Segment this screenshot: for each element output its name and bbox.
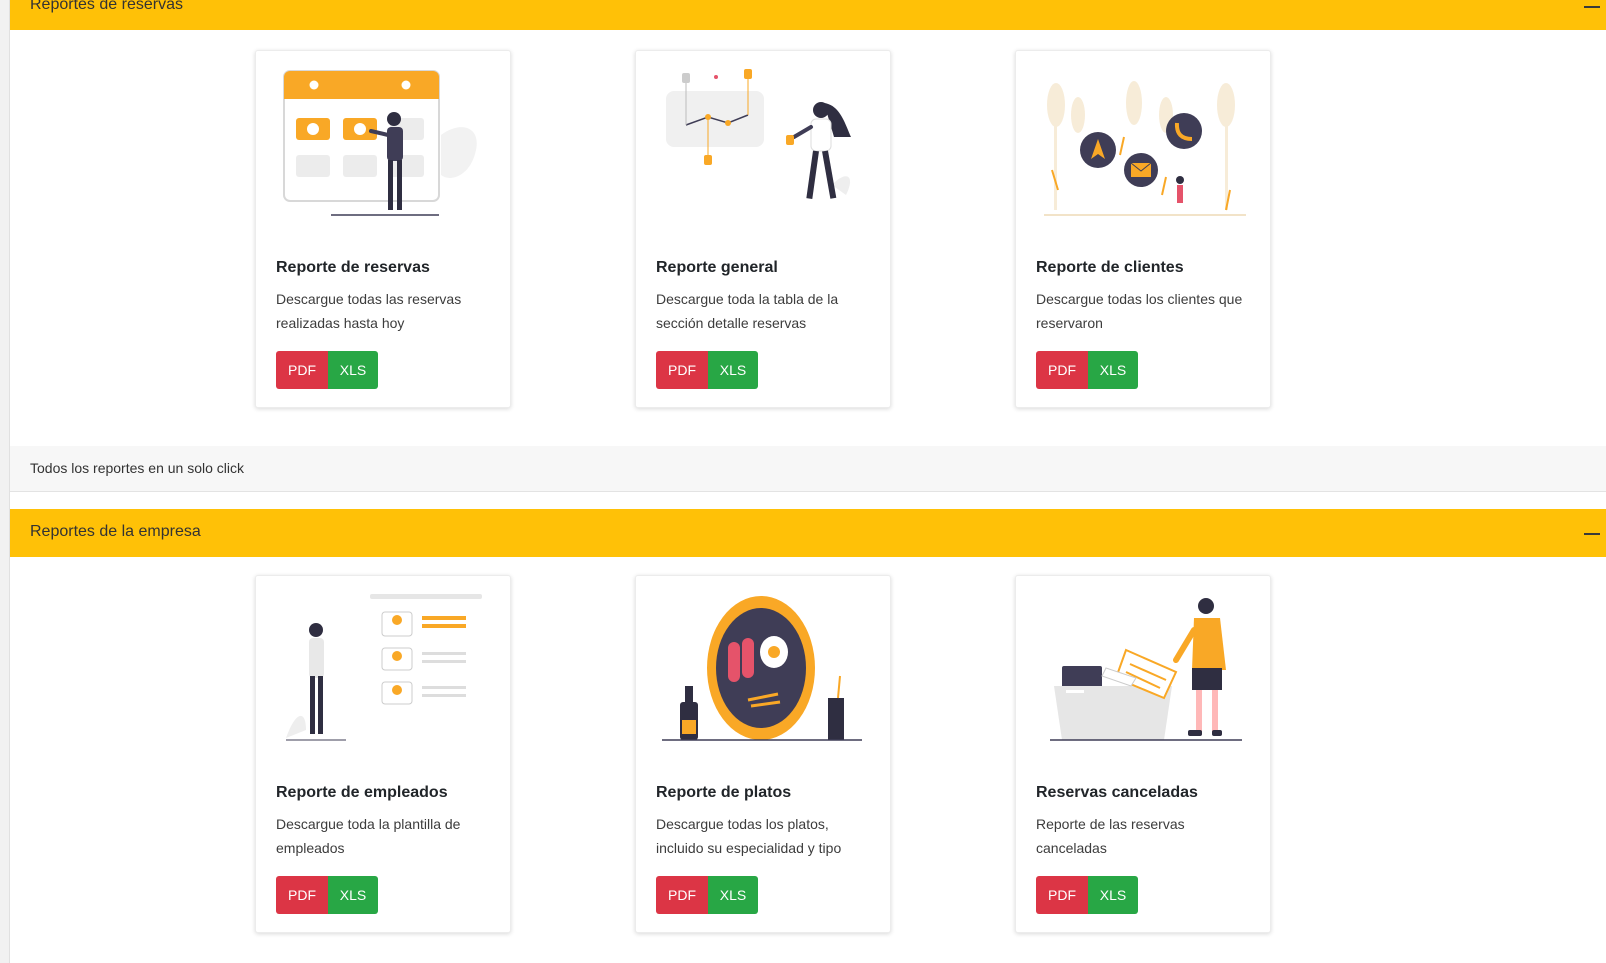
export-button-group: PDF XLS bbox=[1036, 351, 1138, 389]
folder-illustration bbox=[1036, 590, 1252, 750]
xls-export-button[interactable]: XLS bbox=[708, 351, 758, 389]
xls-export-button[interactable]: XLS bbox=[328, 876, 378, 914]
export-button-group: PDF XLS bbox=[656, 351, 758, 389]
pdf-export-button[interactable]: PDF bbox=[1036, 876, 1088, 914]
collapse-minus-icon[interactable] bbox=[1584, 533, 1600, 535]
main-content: Reportes de reservas Reporte de reservas… bbox=[10, 0, 1606, 963]
card-title: Reservas canceladas bbox=[1036, 784, 1198, 801]
xls-export-button[interactable]: XLS bbox=[1088, 351, 1138, 389]
report-card-reservas: Reporte de reservas Descargue todas las … bbox=[255, 50, 511, 408]
pdf-export-button[interactable]: PDF bbox=[656, 351, 708, 389]
section-title: Reportes de reservas bbox=[30, 0, 183, 13]
card-description: Descargue todas las reservas realizadas … bbox=[276, 291, 462, 331]
pdf-export-button[interactable]: PDF bbox=[1036, 351, 1088, 389]
card-title: Reporte general bbox=[656, 259, 778, 276]
report-card-canceladas: Reservas canceladas Reporte de las reser… bbox=[1015, 575, 1271, 933]
calendar-illustration bbox=[276, 65, 492, 225]
card-title: Reporte de empleados bbox=[276, 784, 448, 801]
xls-export-button[interactable]: XLS bbox=[328, 351, 378, 389]
contacts-illustration bbox=[1036, 65, 1252, 225]
xls-export-button[interactable]: XLS bbox=[708, 876, 758, 914]
collapse-minus-icon[interactable] bbox=[1584, 6, 1600, 8]
pdf-export-button[interactable]: PDF bbox=[276, 876, 328, 914]
export-button-group: PDF XLS bbox=[276, 351, 378, 389]
card-description: Descargue toda la plantilla de empleados bbox=[276, 816, 461, 856]
card-description: Descargue todas los clientes que reserva… bbox=[1036, 291, 1243, 331]
pdf-export-button[interactable]: PDF bbox=[656, 876, 708, 914]
report-card-empleados: Reporte de empleados Descargue toda la p… bbox=[255, 575, 511, 933]
report-card-platos: Reporte de platos Descargue todas los pl… bbox=[635, 575, 891, 933]
card-description: Descargue todas los platos, incluido su … bbox=[656, 816, 842, 856]
report-card-general: Reporte general Descargue toda la tabla … bbox=[635, 50, 891, 408]
card-title: Reporte de reservas bbox=[276, 259, 430, 276]
dish-illustration bbox=[656, 590, 872, 750]
export-button-group: PDF XLS bbox=[1036, 876, 1138, 914]
card-description: Reporte de las reservas canceladas bbox=[1036, 816, 1185, 856]
card-title: Reporte de platos bbox=[656, 784, 792, 801]
export-button-group: PDF XLS bbox=[276, 876, 378, 914]
export-button-group: PDF XLS bbox=[656, 876, 758, 914]
chart-illustration bbox=[656, 65, 872, 225]
section-header-empresa: Reportes de la empresa bbox=[10, 509, 1606, 557]
section-footer: Todos los reportes en un solo click bbox=[10, 446, 1606, 492]
report-card-clientes: Reporte de clientes Descargue todas los … bbox=[1015, 50, 1271, 408]
card-description: Descargue toda la tabla de la sección de… bbox=[656, 291, 839, 331]
xls-export-button[interactable]: XLS bbox=[1088, 876, 1138, 914]
left-rail bbox=[0, 0, 10, 963]
employees-illustration bbox=[276, 590, 492, 750]
card-title: Reporte de clientes bbox=[1036, 259, 1184, 276]
section-title: Reportes de la empresa bbox=[30, 523, 201, 540]
section-header-reservas: Reportes de reservas bbox=[10, 0, 1606, 30]
pdf-export-button[interactable]: PDF bbox=[276, 351, 328, 389]
